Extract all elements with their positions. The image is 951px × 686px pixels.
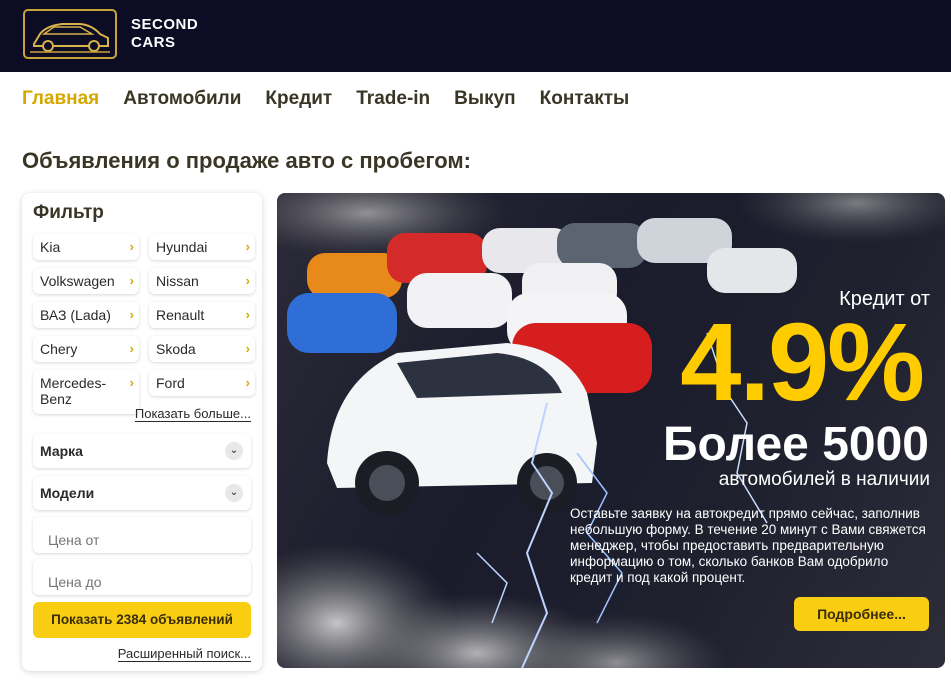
chevron-right-icon: › bbox=[129, 375, 134, 390]
filter-title: Фильтр bbox=[33, 202, 104, 223]
price-from-input[interactable] bbox=[33, 517, 251, 553]
chevron-right-icon: › bbox=[245, 375, 250, 390]
brand-label: Mercedes-Benz bbox=[40, 375, 107, 407]
make-select[interactable]: Марка ⌄ bbox=[33, 434, 251, 468]
brand-label: ВАЗ (Lada) bbox=[40, 307, 111, 323]
nav-item-contacts[interactable]: Контакты bbox=[540, 88, 630, 114]
chevron-down-icon: ⌄ bbox=[225, 484, 243, 502]
nav-item-home[interactable]: Главная bbox=[22, 88, 99, 114]
chevron-down-icon: ⌄ bbox=[225, 442, 243, 460]
brand-item-renault[interactable]: Renault › bbox=[149, 302, 255, 328]
brand-label: Hyundai bbox=[156, 239, 208, 255]
show-listings-button[interactable]: Показать 2384 объявлений bbox=[33, 602, 251, 638]
brand-item-ford[interactable]: Ford › bbox=[149, 370, 255, 396]
chevron-right-icon: › bbox=[129, 307, 134, 322]
brand-label: Ford bbox=[156, 375, 185, 391]
page-title: Объявления о продаже авто с пробегом: bbox=[22, 148, 471, 173]
chevron-right-icon: › bbox=[245, 341, 250, 356]
brand-label: Renault bbox=[156, 307, 205, 323]
show-more-brands-link[interactable]: Показать больше... bbox=[134, 406, 251, 422]
brand-item-vaz[interactable]: ВАЗ (Lada) › bbox=[33, 302, 139, 328]
logo-line-2: CARS bbox=[131, 34, 176, 51]
brand-label: Volkswagen bbox=[40, 273, 115, 289]
nav-item-trade-in[interactable]: Trade-in bbox=[356, 88, 430, 114]
chevron-right-icon: › bbox=[129, 239, 134, 254]
brand-item-chery[interactable]: Chery › bbox=[33, 336, 139, 362]
nav-item-buyout[interactable]: Выкуп bbox=[454, 88, 516, 114]
credit-promo-banner[interactable]: Кредит от 4.9% Более 5000 автомобилей в … bbox=[277, 193, 945, 668]
brand-item-kia[interactable]: Kia › bbox=[33, 234, 139, 260]
price-to-input[interactable] bbox=[33, 559, 251, 595]
brand-label: Skoda bbox=[156, 341, 196, 357]
logo-icon[interactable] bbox=[22, 8, 118, 60]
nav-item-credit[interactable]: Кредит bbox=[265, 88, 332, 114]
model-select-label: Модели bbox=[40, 485, 95, 501]
site-header: SECOND CARS bbox=[0, 0, 951, 72]
make-select-label: Марка bbox=[40, 443, 83, 459]
model-select[interactable]: Модели ⌄ bbox=[33, 476, 251, 510]
brand-item-skoda[interactable]: Skoda › bbox=[149, 336, 255, 362]
stock-count-headline: Более 5000 bbox=[663, 418, 929, 471]
brand-item-hyundai[interactable]: Hyundai › bbox=[149, 234, 255, 260]
chevron-right-icon: › bbox=[129, 341, 134, 356]
chevron-right-icon: › bbox=[129, 273, 134, 288]
chevron-right-icon: › bbox=[245, 239, 250, 254]
credit-rate: 4.9% bbox=[680, 301, 925, 424]
brand-label: Chery bbox=[40, 341, 78, 357]
logo-line-1: SECOND bbox=[131, 16, 199, 33]
brand-item-volkswagen[interactable]: Volkswagen › bbox=[33, 268, 139, 294]
brand-item-mercedes[interactable]: Mercedes-Benz › bbox=[33, 370, 139, 414]
logo-text[interactable]: SECOND CARS bbox=[131, 16, 198, 52]
chevron-right-icon: › bbox=[245, 307, 250, 322]
nav-item-cars[interactable]: Автомобили bbox=[123, 88, 241, 114]
brand-label: Nissan bbox=[156, 273, 199, 289]
details-button[interactable]: Подробнее... bbox=[794, 597, 929, 631]
chevron-right-icon: › bbox=[245, 273, 250, 288]
banner-description: Оставьте заявку на автокредит прямо сейч… bbox=[570, 506, 926, 585]
main-nav: Главная Автомобили Кредит Trade-in Выкуп… bbox=[22, 88, 629, 114]
filter-panel: Фильтр Kia › Hyundai › Volkswagen › Niss… bbox=[22, 193, 262, 671]
brand-item-nissan[interactable]: Nissan › bbox=[149, 268, 255, 294]
advanced-search-link[interactable]: Расширенный поиск... bbox=[117, 646, 251, 662]
brand-label: Kia bbox=[40, 239, 61, 255]
stock-subtitle: автомобилей в наличии bbox=[718, 469, 930, 490]
